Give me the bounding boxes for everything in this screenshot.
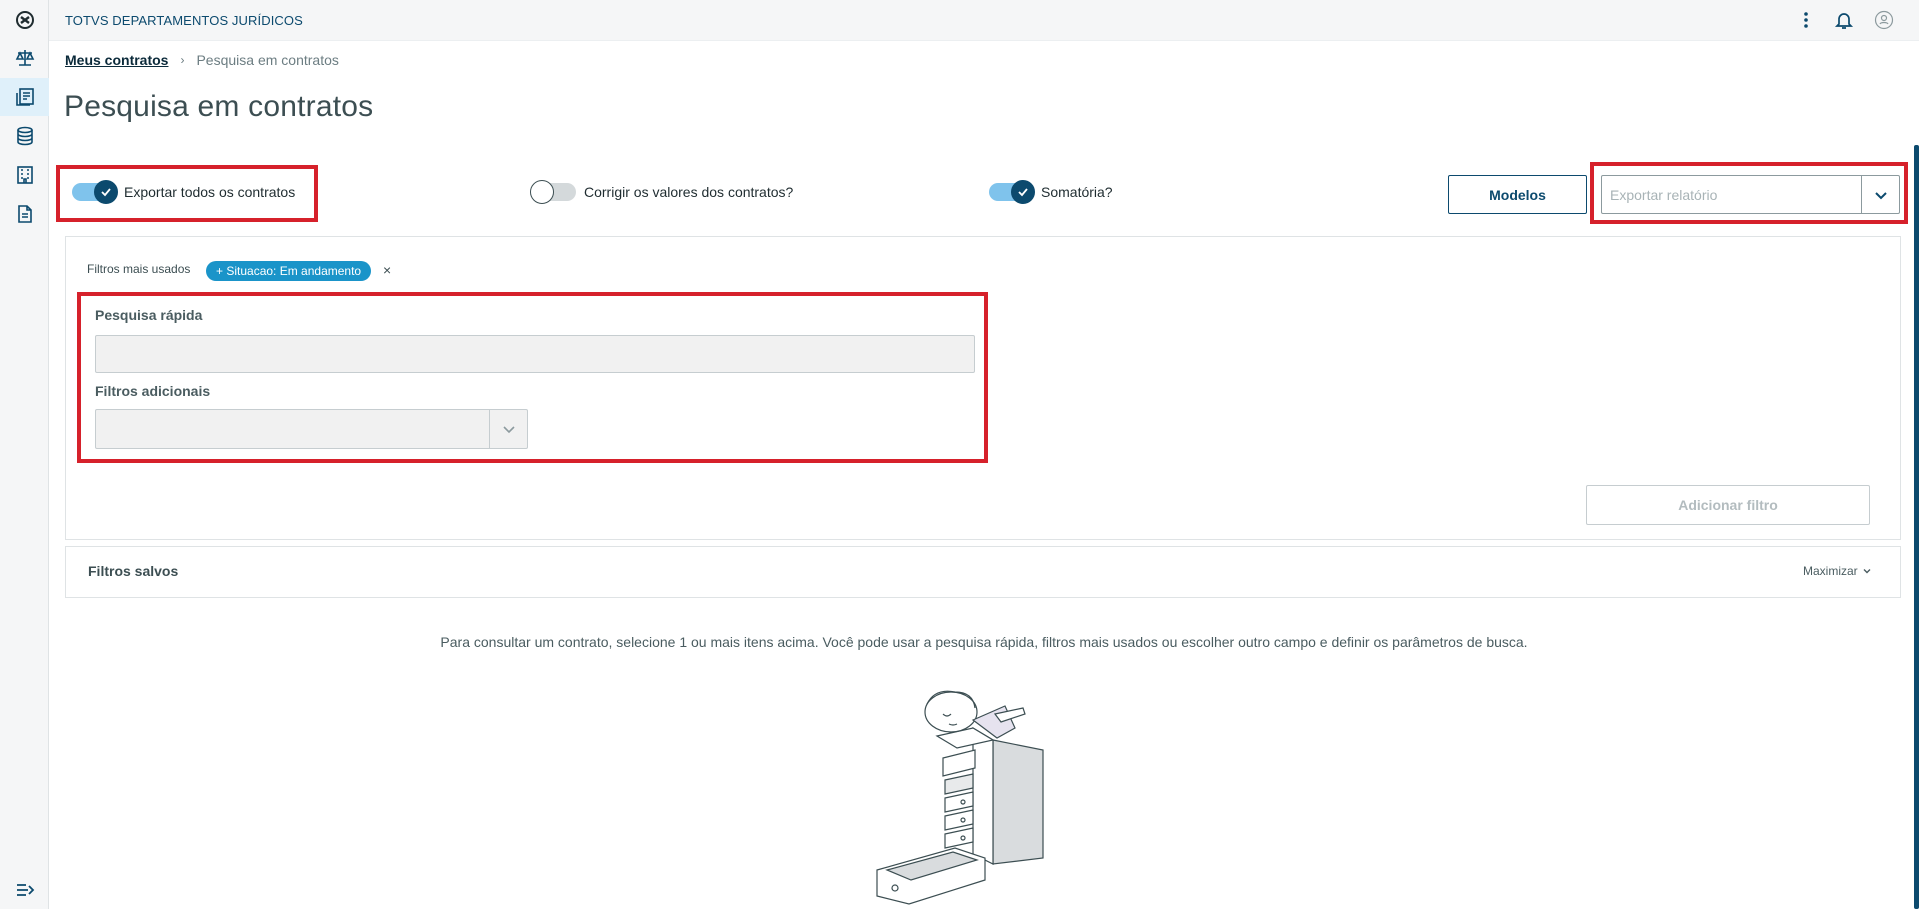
maximize-button[interactable]: Maximizar bbox=[1803, 564, 1872, 578]
top-bar: TOTVS DEPARTAMENTOS JURÍDICOS bbox=[49, 0, 1919, 41]
close-icon[interactable]: × bbox=[383, 262, 391, 278]
filter-chip-situacao[interactable]: + Situacao: Em andamento bbox=[206, 261, 372, 281]
building-icon[interactable] bbox=[0, 156, 49, 194]
scales-icon[interactable] bbox=[0, 39, 49, 77]
logo-icon[interactable] bbox=[0, 1, 49, 39]
sum-label: Somatória? bbox=[1041, 184, 1113, 200]
scrollbar[interactable] bbox=[1914, 145, 1919, 909]
highlight-box bbox=[56, 165, 318, 222]
user-icon[interactable] bbox=[1873, 9, 1895, 31]
document-icon[interactable] bbox=[0, 195, 49, 233]
more-vertical-icon[interactable] bbox=[1795, 9, 1817, 31]
chevron-down-icon bbox=[1863, 569, 1871, 574]
highlight-box bbox=[1590, 162, 1908, 224]
correct-values-label: Corrigir os valores dos contratos? bbox=[584, 184, 794, 200]
database-icon[interactable] bbox=[0, 117, 49, 155]
bell-icon[interactable] bbox=[1833, 9, 1855, 31]
saved-filters-title: Filtros salvos bbox=[88, 563, 179, 579]
app-title: TOTVS DEPARTAMENTOS JURÍDICOS bbox=[65, 13, 303, 28]
expand-menu-icon[interactable] bbox=[0, 871, 49, 909]
maximize-label: Maximizar bbox=[1803, 564, 1858, 578]
most-used-filters-label: Filtros mais usados bbox=[87, 262, 191, 276]
add-filter-button[interactable]: Adicionar filtro bbox=[1586, 485, 1870, 525]
models-button[interactable]: Modelos bbox=[1448, 175, 1587, 214]
breadcrumb-link-meus-contratos[interactable]: Meus contratos bbox=[65, 52, 168, 68]
check-icon bbox=[1011, 180, 1035, 204]
help-text: Para consultar um contrato, selecione 1 … bbox=[440, 634, 1528, 650]
side-menu bbox=[0, 0, 49, 909]
chevron-right-icon: › bbox=[180, 53, 185, 67]
sum-toggle[interactable]: Somatória? bbox=[989, 180, 1113, 204]
page-title: Pesquisa em contratos bbox=[64, 90, 374, 123]
breadcrumb-current: Pesquisa em contratos bbox=[196, 52, 339, 68]
sum-switch[interactable] bbox=[989, 180, 1035, 204]
highlight-box bbox=[77, 292, 988, 463]
contracts-icon[interactable] bbox=[0, 78, 49, 116]
filing-cabinet-illustration bbox=[876, 690, 1044, 905]
switch-knob bbox=[530, 180, 554, 204]
correct-values-switch[interactable] bbox=[530, 180, 576, 204]
correct-values-toggle[interactable]: Corrigir os valores dos contratos? bbox=[530, 180, 794, 204]
saved-filters-panel[interactable] bbox=[65, 546, 1901, 598]
breadcrumb: Meus contratos › Pesquisa em contratos bbox=[65, 52, 339, 68]
